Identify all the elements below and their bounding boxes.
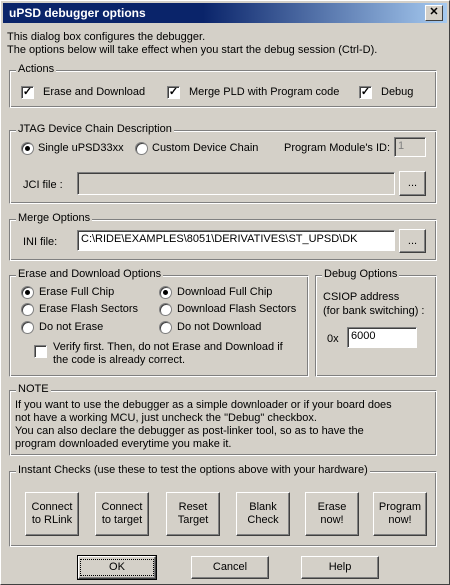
custom-chain-radio[interactable] [135,142,148,155]
note-legend: NOTE [16,383,51,395]
verify-first-label-2[interactable]: the code is already correct. [53,354,185,366]
close-icon: ✕ [429,6,439,18]
erase-now-button[interactable]: Erase now! [305,492,359,536]
erase-flash-sectors-radio[interactable] [21,303,34,316]
debug-label[interactable]: Debug [381,86,413,98]
note-line-3: You can also declare the debugger as pos… [15,425,364,437]
merge-pld-label[interactable]: Merge PLD with Program code [189,86,339,98]
instant-checks-legend: Instant Checks (use these to test the op… [16,464,370,476]
connect-target-button[interactable]: Connect to target [95,492,149,536]
connect-rlink-line2: to RLink [31,514,73,526]
window-title: uPSD debugger options [9,6,146,20]
single-upsd-label[interactable]: Single uPSD33xx [38,142,124,154]
erase-download-legend: Erase and Download Options [16,268,164,280]
close-button[interactable]: ✕ [425,5,443,21]
reset-target-line2: Target [177,514,209,526]
jci-file-label: JCI file : [23,179,63,191]
download-full-chip-radio[interactable] [159,286,172,299]
single-upsd-radio[interactable] [21,142,34,155]
connect-target-line1: Connect [101,501,143,513]
jtag-legend: JTAG Device Chain Description [16,123,174,135]
program-now-line2: now! [388,514,412,526]
erase-full-chip-radio[interactable] [21,286,34,299]
title-bar: uPSD debugger options ✕ [3,3,447,23]
intro-line-1: This dialog box configures the debugger. [7,31,206,43]
connect-rlink-button[interactable]: Connect to RLink [25,492,79,536]
do-not-download-radio[interactable] [159,321,172,334]
ini-browse-button[interactable]: ... [399,229,426,253]
program-now-button[interactable]: Program now! [373,492,427,536]
note-line-2: not have a working MCU, just uncheck the… [15,412,317,424]
actions-legend: Actions [16,63,57,75]
ini-file-field[interactable]: C:\RIDE\EXAMPLES\8051\DERIVATIVES\ST_UPS… [77,230,395,251]
csiop-sub-label: (for bank switching) : [323,305,425,317]
erase-now-line2: now! [320,514,344,526]
debug-checkbox[interactable]: ✓ [359,86,372,99]
note-line-1: If you want to use the debugger as a sim… [15,399,392,411]
ok-button-label: OK [80,559,154,576]
blank-check-line2: Check [247,514,279,526]
module-id-field[interactable]: 1 [394,137,426,157]
download-flash-sectors-label[interactable]: Download Flash Sectors [177,303,296,315]
do-not-download-label[interactable]: Do not Download [177,321,261,333]
do-not-erase-label[interactable]: Do not Erase [39,321,103,333]
connect-target-line2: to target [101,514,143,526]
reset-target-line1: Reset [178,501,208,513]
erase-now-line1: Erase [317,501,347,513]
verify-first-checkbox[interactable] [34,345,47,358]
download-full-chip-label[interactable]: Download Full Chip [177,286,272,298]
download-flash-sectors-radio[interactable] [159,303,172,316]
jci-file-field[interactable] [77,172,395,195]
blank-check-button[interactable]: Blank Check [236,492,290,536]
debugger-options-dialog: uPSD debugger options ✕ This dialog box … [0,0,450,585]
debug-options-legend: Debug Options [322,268,400,280]
blank-check-line1: Blank [249,501,277,513]
csiop-address-field[interactable]: 6000 [347,327,417,348]
do-not-erase-radio[interactable] [21,321,34,334]
merge-pld-checkbox[interactable]: ✓ [167,86,180,99]
connect-rlink-line1: Connect [31,501,73,513]
merge-legend: Merge Options [16,212,93,224]
jci-browse-button[interactable]: ... [399,171,426,196]
csiop-address-label: CSIOP address [323,291,400,303]
erase-download-checkbox[interactable]: ✓ [21,86,34,99]
erase-flash-sectors-label[interactable]: Erase Flash Sectors [39,303,138,315]
ok-button[interactable]: OK [77,555,157,580]
note-line-4: program downloaded everytime you make it… [15,438,232,450]
reset-target-button[interactable]: Reset Target [166,492,220,536]
help-button[interactable]: Help [301,556,379,579]
erase-download-label[interactable]: Erase and Download [43,86,145,98]
cancel-button[interactable]: Cancel [191,556,269,579]
verify-first-label-1[interactable]: Verify first. Then, do not Erase and Dow… [53,341,283,353]
module-id-label: Program Module's ID: [284,142,391,154]
custom-chain-label[interactable]: Custom Device Chain [152,142,258,154]
hex-prefix-label: 0x [327,333,339,345]
program-now-line1: Program [378,501,422,513]
ini-file-label: INI file: [23,236,58,248]
erase-full-chip-label[interactable]: Erase Full Chip [39,286,114,298]
intro-line-2: The options below will take effect when … [7,44,378,56]
